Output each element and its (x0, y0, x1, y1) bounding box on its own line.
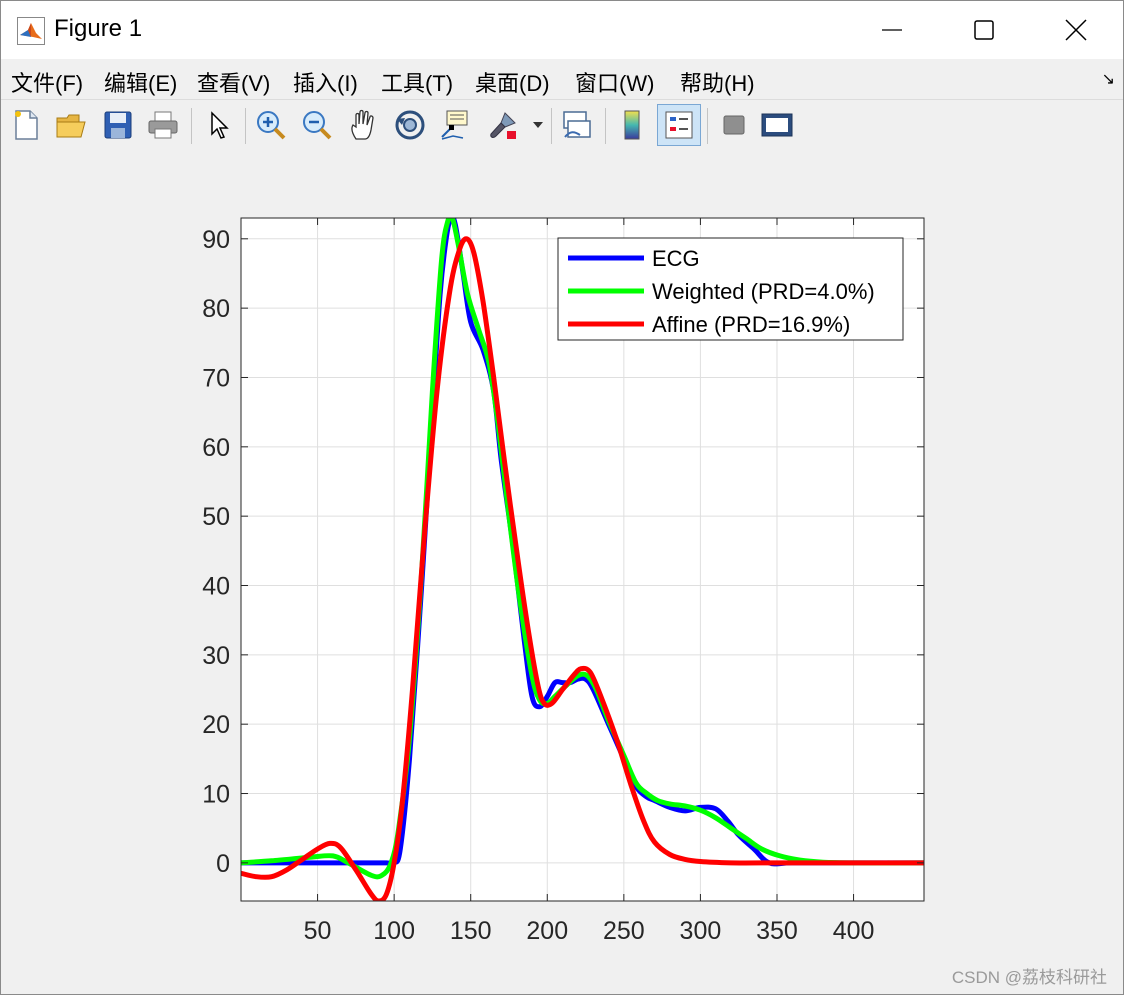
open-file-icon[interactable] (53, 106, 89, 144)
menu-view[interactable]: 查看(V) (197, 66, 270, 98)
menu-insert[interactable]: 插入(I) (293, 66, 358, 98)
colorbar-icon[interactable] (614, 106, 650, 144)
print-icon[interactable] (145, 106, 181, 144)
y-tick-label: 50 (202, 503, 230, 531)
menu-desktop[interactable]: 桌面(D) (475, 66, 550, 98)
brush-icon[interactable] (485, 106, 521, 144)
hide-plot-tools-icon[interactable] (716, 106, 752, 144)
ecg-line-chart[interactable]: 50 100 150 200 250 300 350 400 0 10 20 30 40 50 60 70 80… (1, 152, 1123, 994)
legend-label: Affine (PRD=16.9%) (652, 312, 850, 337)
menu-window[interactable]: 窗口(W) (575, 66, 654, 98)
toolbar (1, 99, 1123, 153)
close-icon (1065, 19, 1087, 41)
y-tick-label: 90 (202, 226, 230, 254)
pan-hand-icon[interactable] (345, 106, 381, 144)
matlab-icon (17, 17, 45, 45)
minimize-icon (882, 29, 902, 31)
show-plot-tools-icon[interactable] (759, 106, 795, 144)
x-tick-label: 50 (304, 917, 332, 945)
menu-tools[interactable]: 工具(T) (381, 66, 453, 98)
x-tick-label: 100 (373, 917, 415, 945)
rotate-3d-icon[interactable] (392, 106, 428, 144)
y-tick-label: 40 (202, 573, 230, 601)
y-tick-label: 0 (216, 850, 230, 878)
zoom-in-icon[interactable] (253, 106, 289, 144)
data-cursor-icon[interactable] (437, 106, 473, 144)
title-bar: Figure 1 (1, 1, 1123, 59)
legend-icon[interactable] (657, 104, 701, 146)
window-title: Figure 1 (54, 15, 143, 42)
dock-arrow-icon[interactable]: ↘ (1102, 69, 1115, 89)
y-tick-label: 20 (202, 711, 230, 739)
figure-canvas: 50 100 150 200 250 300 350 400 0 10 20 30 40 50 60 70 80… (1, 152, 1123, 994)
menu-bar: 文件(F) 编辑(E) 查看(V) 插入(I) 工具(T) 桌面(D) 窗口(W… (1, 59, 1123, 99)
y-tick-label: 30 (202, 642, 230, 670)
x-tick-label: 200 (526, 917, 568, 945)
x-tick-label: 350 (756, 917, 798, 945)
save-icon[interactable] (100, 106, 136, 144)
close-button[interactable] (1029, 1, 1123, 59)
x-tick-label: 150 (450, 917, 492, 945)
y-tick-label: 70 (202, 364, 230, 392)
x-tick-label: 250 (603, 917, 645, 945)
menu-help[interactable]: 帮助(H) (680, 66, 755, 98)
zoom-out-icon[interactable] (299, 106, 335, 144)
menu-file[interactable]: 文件(F) (11, 66, 83, 98)
figure-window: Figure 1 文件(F) 编辑(E) 查看(V) 插入(I) 工具(T) 桌… (0, 0, 1124, 995)
y-tick-label: 10 (202, 781, 230, 809)
legend-label: Weighted (PRD=4.0%) (652, 279, 875, 304)
watermark: CSDN @荔枝科研社 (951, 968, 1107, 987)
maximize-button[interactable] (937, 1, 1031, 59)
minimize-button[interactable] (845, 1, 939, 59)
new-figure-icon[interactable] (8, 106, 44, 144)
x-tick-label: 300 (680, 917, 722, 945)
pointer-icon[interactable] (201, 106, 237, 144)
y-tick-label: 60 (202, 434, 230, 462)
maximize-icon (974, 20, 994, 40)
legend: ECG Weighted (PRD=4.0%) Affine (PRD=16.9%) (557, 237, 904, 341)
link-plot-icon[interactable] (559, 106, 595, 144)
x-tick-label: 400 (833, 917, 875, 945)
brush-dropdown-icon[interactable] (527, 106, 549, 144)
y-tick-label: 80 (202, 295, 230, 323)
menu-edit[interactable]: 编辑(E) (104, 66, 177, 98)
legend-label: ECG (652, 246, 700, 271)
